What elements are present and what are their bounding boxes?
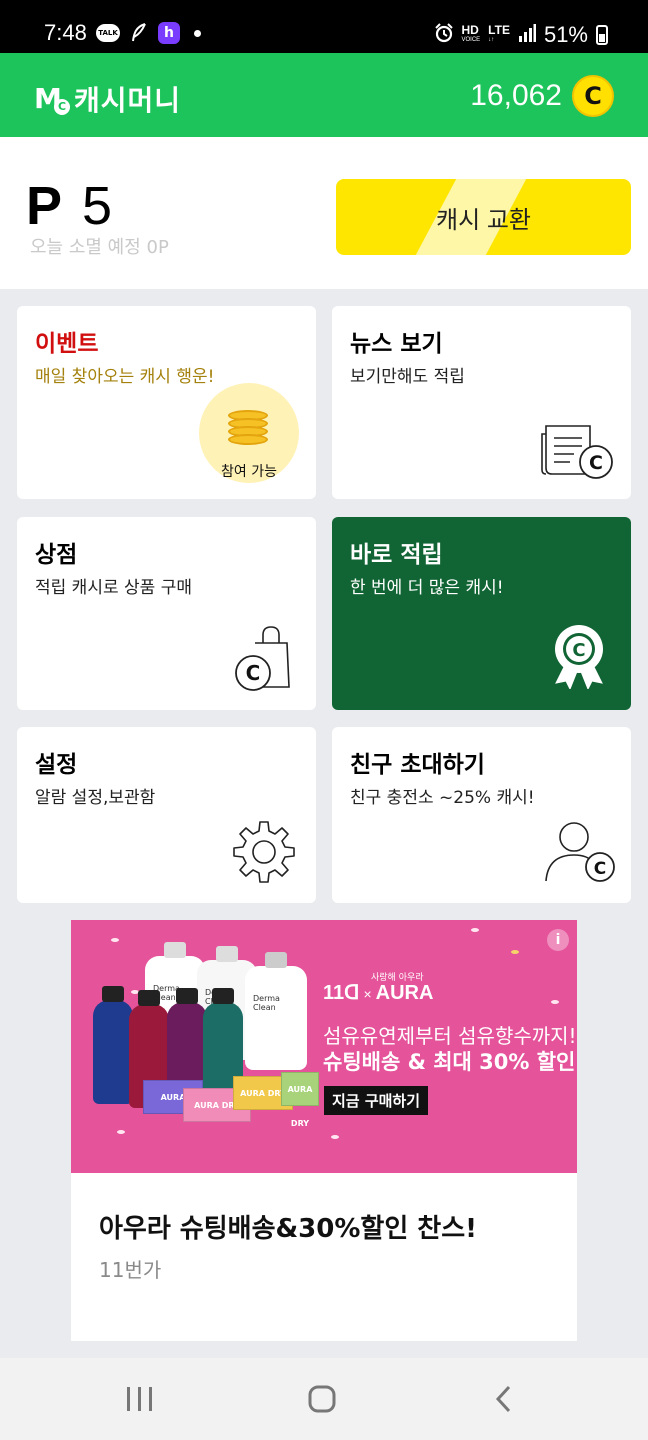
feather-icon bbox=[128, 22, 150, 44]
cash-exchange-button[interactable]: 캐시 교환 bbox=[336, 179, 631, 255]
event-card[interactable]: 이벤트 매일 찾아오는 캐시 행운! 참여 가능 bbox=[17, 306, 316, 499]
kakaotalk-icon: TALK bbox=[96, 24, 120, 42]
ad-source: 11번가 bbox=[99, 1258, 162, 1282]
ad-info-icon[interactable]: i bbox=[547, 929, 569, 951]
logo-mark-icon: M C bbox=[34, 81, 74, 117]
settings-desc: 알람 설정,보관함 bbox=[35, 788, 156, 808]
store-title: 상점 bbox=[35, 542, 78, 568]
news-title: 뉴스 보기 bbox=[350, 331, 443, 357]
product-bottle bbox=[93, 986, 133, 1104]
instant-earn-card[interactable]: 바로 적립 한 번에 더 많은 캐시! C bbox=[332, 517, 631, 710]
alarm-icon bbox=[434, 22, 454, 48]
battery-icon bbox=[596, 25, 608, 45]
ad-brand: 11ᗡ × AURA bbox=[323, 982, 434, 1004]
ad-banner[interactable]: Derma Clean Derma Clean Derma Clean AURA… bbox=[71, 920, 577, 1341]
h-app-icon: h bbox=[158, 22, 180, 44]
back-button[interactable] bbox=[464, 1358, 544, 1440]
product-bottle: Derma Clean bbox=[245, 952, 307, 1070]
svg-text:C: C bbox=[572, 640, 585, 661]
cash-coin-icon: C bbox=[572, 75, 614, 117]
more-notifications-dot-icon bbox=[194, 29, 201, 37]
award-ribbon-coin-icon: C bbox=[555, 625, 603, 689]
hd-voice-indicator: HD VOICE bbox=[461, 23, 481, 43]
instant-title: 바로 적립 bbox=[350, 542, 443, 568]
event-title: 이벤트 bbox=[35, 331, 99, 357]
newspaper-coin-icon: C bbox=[541, 425, 613, 479]
points-expiry-note: 오늘 소멸 예정 0P bbox=[30, 237, 169, 258]
event-participation-badge[interactable]: 참여 가능 bbox=[199, 383, 299, 483]
svg-text:C: C bbox=[589, 452, 603, 474]
app-header: M C 캐시머니 16,062 C bbox=[0, 53, 648, 137]
instant-desc: 한 번에 더 많은 캐시! bbox=[350, 578, 504, 598]
back-icon bbox=[495, 1385, 511, 1413]
ad-image[interactable]: Derma Clean Derma Clean Derma Clean AURA… bbox=[71, 920, 577, 1173]
app-name: 캐시머니 bbox=[74, 84, 182, 117]
coin-stack-icon bbox=[228, 410, 268, 445]
lte-indicator: LTE ↓↑ bbox=[488, 23, 510, 43]
system-icons: HD VOICE LTE ↓↑ 51% bbox=[434, 22, 608, 48]
settings-title: 설정 bbox=[35, 752, 78, 778]
ad-title[interactable]: 아우라 슈팅배송&30%할인 찬스! bbox=[99, 1208, 477, 1245]
product-box: AURA DRY bbox=[281, 1072, 319, 1128]
shopping-bag-coin-icon: C bbox=[235, 626, 290, 691]
ad-headline-2: 슈팅배송 & 최대 30% 할인 bbox=[323, 1050, 576, 1074]
home-button[interactable] bbox=[282, 1358, 362, 1440]
svg-text:C: C bbox=[594, 859, 606, 879]
status-bar: 7:48 TALK h HD VOICE LTE ↓↑ 51% bbox=[0, 0, 648, 53]
points-panel: P5 오늘 소멸 예정 0P 캐시 교환 bbox=[0, 137, 648, 289]
svg-text:C: C bbox=[246, 661, 261, 685]
store-card[interactable]: 상점 적립 캐시로 상품 구매 C bbox=[17, 517, 316, 710]
invite-desc: 친구 충전소 ~25% 캐시! bbox=[350, 788, 535, 808]
gear-icon bbox=[233, 821, 295, 883]
cash-balance[interactable]: 16,062 C bbox=[470, 75, 614, 117]
ad-headline-1: 섬유유연제부터 섬유향수까지! bbox=[323, 1024, 577, 1048]
recent-apps-button[interactable] bbox=[100, 1358, 180, 1440]
status-time: 7:48 bbox=[44, 20, 87, 45]
store-desc: 적립 캐시로 상품 구매 bbox=[35, 578, 192, 598]
home-icon bbox=[308, 1385, 336, 1413]
invite-title: 친구 초대하기 bbox=[350, 752, 485, 778]
balance-value: 16,062 bbox=[470, 79, 562, 112]
settings-card[interactable]: 설정 알람 설정,보관함 bbox=[17, 727, 316, 903]
event-desc: 매일 찾아오는 캐시 행운! bbox=[35, 367, 215, 387]
notification-icons: TALK h bbox=[96, 22, 201, 44]
app-logo[interactable]: M C 캐시머니 bbox=[34, 79, 181, 119]
person-coin-icon: C bbox=[545, 822, 615, 882]
points-value: P5 bbox=[26, 176, 113, 236]
system-nav-bar bbox=[0, 1358, 648, 1440]
recent-apps-icon bbox=[127, 1387, 152, 1411]
signal-icon bbox=[518, 23, 536, 47]
news-card[interactable]: 뉴스 보기 보기만해도 적립 C bbox=[332, 306, 631, 499]
invite-card[interactable]: 친구 초대하기 친구 충전소 ~25% 캐시! C bbox=[332, 727, 631, 903]
news-desc: 보기만해도 적립 bbox=[350, 367, 465, 387]
battery-percent: 51% bbox=[543, 22, 588, 47]
ad-cta-button[interactable]: 지금 구매하기 bbox=[324, 1086, 429, 1115]
